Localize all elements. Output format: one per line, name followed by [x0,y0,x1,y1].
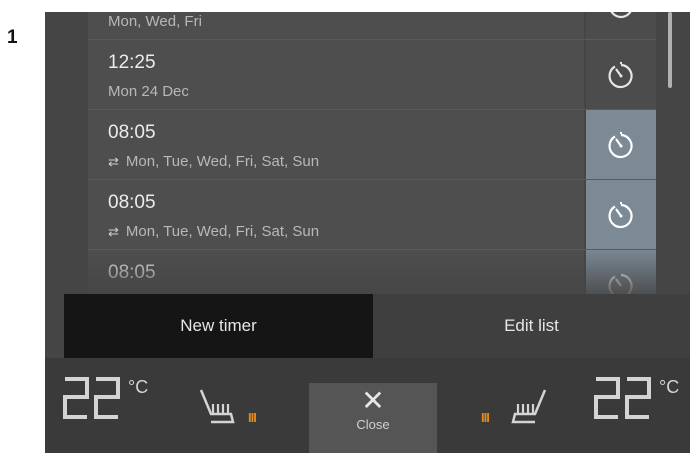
climate-bar: °C 22 III ✕ Close III °C 22 [45,358,690,453]
timer-row[interactable]: 08:05 ⇄ Mon, Tue, Wed, Fri, Sat, Sun [88,110,656,180]
timer-days: ⇄ Mon, Tue, Wed, Fri, Sat, Sun [108,223,319,240]
step-number: 1 [7,27,18,48]
scrollbar[interactable] [668,12,672,88]
timer-row-info[interactable]: Mon, Wed, Fri [88,12,584,39]
timer-toggle-button[interactable] [586,250,656,294]
timer-days-text: Mon 24 Dec [108,83,189,100]
timer-time: 08:05 [108,192,156,213]
close-button[interactable]: ✕ Close [309,383,437,453]
timer-toggle-button[interactable] [586,40,656,109]
left-seat-heat-level: III [248,410,257,425]
left-temp-digits [63,377,120,419]
timer-toggle-button[interactable] [586,180,656,249]
timer-row-info[interactable]: 08:05 [88,250,584,294]
close-label: Close [356,417,390,432]
timer-list[interactable]: Mon, Wed, Fri 12:25 Mon 24 Dec 08:05 ⇄ M… [88,12,656,294]
timer-row-info[interactable]: 08:05 ⇄ Mon, Tue, Wed, Fri, Sat, Sun [88,110,584,179]
repeat-icon: ⇄ [108,154,119,169]
timer-row[interactable]: Mon, Wed, Fri [88,12,656,40]
timer-toggle-button[interactable] [586,12,656,39]
timer-days: ⇄ Mon, Tue, Wed, Fri, Sat, Sun [108,153,319,170]
left-seat-heater-icon[interactable] [197,384,241,428]
timer-icon [610,12,632,18]
timer-tabs: New timer Edit list [64,294,690,358]
timer-time: 08:05 [108,262,156,283]
timer-days-text: Mon, Tue, Wed, Fri, Sat, Sun [125,153,320,170]
timer-time: 12:25 [108,52,156,73]
timer-time: 08:05 [108,122,156,143]
left-temp-unit: °C [128,377,149,397]
right-seat-heater-icon[interactable] [505,384,549,428]
timer-row[interactable]: 08:05 ⇄ Mon, Tue, Wed, Fri, Sat, Sun [88,180,656,250]
close-icon: ✕ [361,385,385,416]
timer-icon [608,131,633,158]
car-screen: Mon, Wed, Fri 12:25 Mon 24 Dec 08:05 ⇄ M… [45,12,690,453]
timer-days: Mon 24 Dec [108,83,189,100]
timer-days: Mon, Wed, Fri [108,13,202,30]
timer-row-info[interactable]: 12:25 Mon 24 Dec [88,40,584,109]
timer-toggle-button[interactable] [586,110,656,179]
timer-row[interactable]: 08:05 [88,250,656,294]
timer-icon [608,61,633,88]
right-seat-heat-level: III [481,410,490,425]
timer-days-text: Mon, Wed, Fri [108,13,202,30]
timer-row[interactable]: 12:25 Mon 24 Dec [88,40,656,110]
edit-list-button[interactable]: Edit list [373,294,690,358]
new-timer-button[interactable]: New timer [64,294,373,358]
timer-icon [608,273,633,294]
right-temp-unit: °C [659,377,680,397]
left-temperature[interactable]: °C 22 [62,375,148,435]
right-temp-digits [594,377,651,419]
repeat-icon: ⇄ [108,224,119,239]
right-temperature[interactable]: °C 22 [593,375,679,435]
timer-icon [608,201,633,228]
timer-days-text: Mon, Tue, Wed, Fri, Sat, Sun [125,223,320,240]
timer-row-info[interactable]: 08:05 ⇄ Mon, Tue, Wed, Fri, Sat, Sun [88,180,584,249]
